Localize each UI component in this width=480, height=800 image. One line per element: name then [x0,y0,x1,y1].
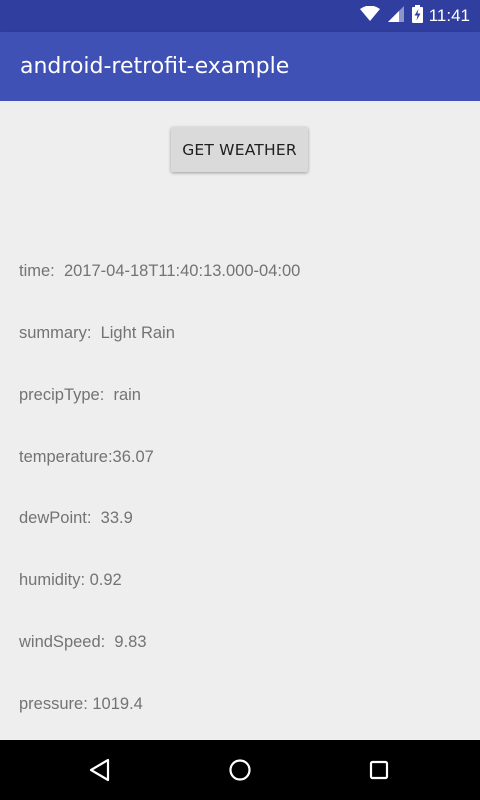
weather-row-summary: summary: Light Rain [19,323,300,344]
weather-label: time: [19,262,55,281]
recents-icon[interactable] [363,754,395,786]
weather-value: rain [113,385,141,404]
weather-value: 2017-04-18T11:40:13.000-04:00 [63,262,301,281]
weather-value: 1019.4 [92,694,143,713]
weather-label: precipType: [19,385,105,404]
status-bar: 11:41 [0,0,480,32]
app-bar: android-retrofit-example [0,32,480,101]
weather-value: 0.92 [89,571,122,590]
weather-row-time: time: 2017-04-18T11:40:13.000-04:00 [19,261,300,282]
weather-value: 36.07 [112,447,154,466]
weather-row-humidity: humidity: 0.92 [19,570,300,591]
main-content: GET WEATHER time: 2017-04-18T11:40:13.00… [0,101,480,740]
home-icon[interactable] [224,754,256,786]
weather-row-wind-speed: windSpeed: 9.83 [19,632,300,653]
weather-row-pressure: pressure: 1019.4 [19,694,300,715]
navigation-bar [0,740,480,800]
weather-label: windSpeed: [19,632,106,651]
wifi-icon [359,5,380,26]
weather-label: humidity: [19,571,86,590]
battery-charging-icon [411,5,423,27]
weather-label: temperature: [19,447,113,466]
weather-row-precip-type: precipType: rain [19,385,300,406]
status-time: 11:41 [428,6,470,25]
weather-value: 9.83 [114,632,147,651]
back-icon[interactable] [84,754,116,786]
weather-label: dewPoint: [19,509,92,528]
get-weather-button[interactable]: GET WEATHER [171,127,308,172]
weather-label: pressure: [19,694,88,713]
cell-signal-icon [387,6,404,26]
status-icons [359,5,423,27]
app-title: android-retrofit-example [20,54,290,79]
weather-row-dew-point: dewPoint: 33.9 [19,508,300,529]
weather-label: summary: [19,323,92,342]
weather-list: time: 2017-04-18T11:40:13.000-04:00 summ… [19,220,300,755]
weather-value: Light Rain [100,323,175,342]
weather-row-temperature: temperature:36.07 [19,447,300,468]
weather-value: 33.9 [100,509,133,528]
